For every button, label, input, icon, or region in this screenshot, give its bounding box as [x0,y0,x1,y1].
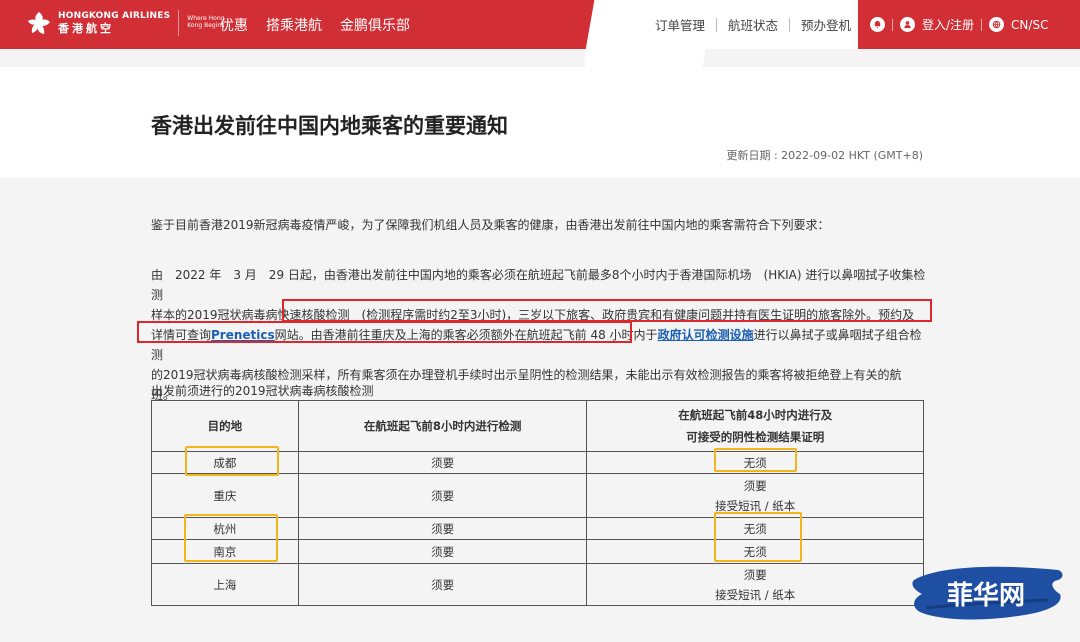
header-8h-test: 在航班起飞前8小时内进行检测 [297,400,588,452]
cell-48h-line: 须要 [743,567,767,582]
highlight-box [184,514,278,562]
site-watermark: 菲华网 [908,560,1068,626]
login-register-link[interactable]: 登入/注册 [922,16,974,33]
cell-48h: 须要 接受短讯 / 纸本 [586,473,924,518]
language-selector[interactable]: CN/SC [1011,18,1048,32]
table-row: 重庆 须要 须要 接受短讯 / 纸本 [151,473,924,518]
page-title: 香港出发前往中国内地乘客的重要通知 [151,114,508,138]
highlight-box [714,512,802,562]
cell-8h: 须要 [297,517,588,540]
header-destination: 目的地 [151,400,299,452]
logo-divider [178,10,180,36]
util-divider [981,18,983,31]
table-row: 上海 须要 须要 接受短讯 / 纸本 [151,563,924,606]
util-divider [892,18,893,31]
bauhinia-logo-icon [28,12,50,34]
header-48h-line: 在航班起飞前48小时内进行及 [678,408,833,422]
nav-divider [789,17,791,32]
cell-8h: 须要 [297,473,588,518]
nav-offers[interactable]: 优惠 [220,15,248,35]
brand-name-en: HONGKONG AIRLINES [58,10,171,21]
gov-test-facility-link[interactable]: 政府认可检测设施 [658,328,754,342]
table-caption: 出发前须进行的2019冠状病毒病核酸检测 [151,384,374,398]
watermark-text: 菲华网 [947,580,1025,611]
header-48h-line: 可接受的阴性检测结果证明 [686,430,825,444]
cell-48h-line: 接受短讯 / 纸本 [715,587,796,602]
nav-divider [716,17,718,32]
intro-text: 鉴于目前香港2019新冠病毒疫情严峻，为了保障我们机组人员及乘客的健康，由香港出… [151,218,830,232]
brush-stroke-logo-icon: 菲华网 [912,566,1063,620]
cell-8h: 须要 [297,451,588,474]
cell-8h: 须要 [297,539,588,564]
cell-48h-line: 须要 [743,478,767,493]
airline-logo[interactable]: HONGKONG AIRLINES 香港航空 Where Hong Kong B… [26,10,225,36]
cell-destination: 上海 [151,563,299,606]
highlight-box [282,299,932,322]
highlight-box [714,448,797,472]
cell-8h: 须要 [297,563,588,606]
nav-check-in[interactable]: 预办登机 [801,15,851,34]
cell-48h: 须要 接受短讯 / 纸本 [586,563,924,606]
nav-fly-with-us[interactable]: 搭乘港航 [266,15,322,35]
header-48h-test: 在航班起飞前48小时内进行及 可接受的阴性检测结果证明 [586,400,924,452]
nav-manage-booking[interactable]: 订单管理 [655,15,705,34]
updated-date: 更新日期 : 2022-09-02 HKT (GMT+8) [726,149,923,162]
utility-nav: 登入/注册 CN/SC [870,0,1048,49]
testing-requirements-table: 目的地 在航班起飞前8小时内进行检测 在航班起飞前48小时内进行及 可接受的阴性… [151,400,924,606]
nav-fortune-wings-club[interactable]: 金鹏俱乐部 [340,15,410,35]
highlight-box [137,321,632,343]
main-nav: 优惠 搭乘港航 金鹏俱乐部 [220,0,428,49]
notification-icon[interactable] [870,17,885,32]
cell-destination: 重庆 [151,473,299,518]
globe-icon[interactable] [989,17,1005,32]
nav-flight-status[interactable]: 航班状态 [728,15,778,34]
highlight-box [185,446,279,476]
site-header: HONGKONG AIRLINES 香港航空 Where Hong Kong B… [0,0,1080,110]
user-icon[interactable] [900,17,915,32]
secondary-nav: 订单管理 航班状态 预办登机 [655,0,851,49]
table-header-row: 目的地 在航班起飞前8小时内进行检测 在航班起飞前48小时内进行及 可接受的阴性… [151,400,924,452]
brand-name-cn: 香港航空 [58,21,114,35]
